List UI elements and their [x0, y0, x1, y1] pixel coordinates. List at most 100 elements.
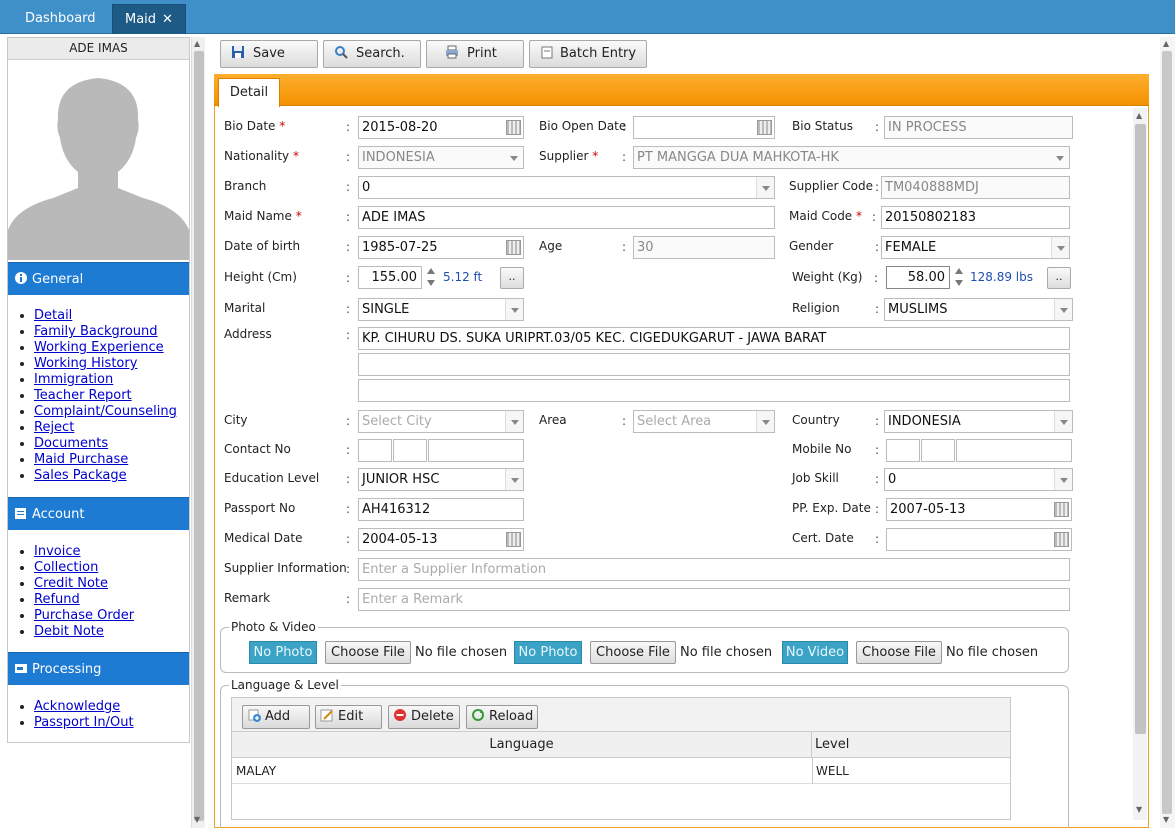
print-button[interactable]: Print: [426, 40, 524, 68]
link-refund[interactable]: Refund: [34, 592, 80, 607]
list-item[interactable]: Acknowledge: [34, 699, 134, 715]
table-row[interactable]: MALAY WELL: [232, 758, 1010, 784]
choose-file-button[interactable]: Choose File: [856, 641, 942, 664]
mobile-field-3[interactable]: [956, 439, 1072, 462]
save-button[interactable]: Save: [220, 40, 318, 68]
mobile-field-2[interactable]: [921, 439, 955, 462]
link-debit-note[interactable]: Debit Note: [34, 624, 104, 639]
list-item[interactable]: Debit Note: [34, 624, 134, 640]
link-acknowledge[interactable]: Acknowledge: [34, 699, 120, 714]
bio-open-date-field[interactable]: [633, 116, 775, 139]
sidebar-scrollbar[interactable]: ▲ ▼: [191, 37, 205, 828]
mobile-field-1[interactable]: [886, 439, 920, 462]
link-passport-in-out[interactable]: Passport In/Out: [34, 715, 134, 730]
chevron-down-icon[interactable]: [1051, 147, 1069, 168]
scrollbar-thumb[interactable]: [1162, 51, 1172, 814]
address-line-2[interactable]: [358, 353, 1070, 376]
link-credit-note[interactable]: Credit Note: [34, 576, 108, 591]
calendar-icon[interactable]: [1054, 502, 1069, 517]
list-item[interactable]: Maid Purchase: [34, 452, 177, 468]
calendar-icon[interactable]: [506, 240, 521, 255]
chevron-down-icon[interactable]: [756, 411, 774, 432]
list-item[interactable]: Sales Package: [34, 468, 177, 484]
country-select[interactable]: INDONESIA: [884, 410, 1073, 433]
weight-more-button[interactable]: ..: [1047, 267, 1071, 289]
scroll-up-icon[interactable]: ▲: [1163, 39, 1169, 48]
column-header-language[interactable]: Language: [232, 732, 812, 758]
weight-stepper-icon[interactable]: [952, 266, 966, 289]
list-item[interactable]: Collection: [34, 560, 134, 576]
link-collection[interactable]: Collection: [34, 560, 98, 575]
dob-field[interactable]: 1985-07-25: [358, 236, 524, 259]
list-item[interactable]: Detail: [34, 308, 177, 324]
link-working-experience[interactable]: Working Experience: [34, 340, 164, 355]
list-item[interactable]: Documents: [34, 436, 177, 452]
scroll-up-icon[interactable]: ▲: [1136, 111, 1142, 120]
chevron-down-icon[interactable]: [505, 147, 523, 168]
jobskill-select[interactable]: 0: [884, 468, 1073, 491]
chevron-down-icon[interactable]: [1051, 237, 1069, 258]
section-processing[interactable]: Processing: [8, 652, 189, 685]
list-item[interactable]: Family Background: [34, 324, 177, 340]
list-item[interactable]: Reject: [34, 420, 177, 436]
tab-maid[interactable]: Maid ✕: [112, 4, 186, 34]
calendar-icon[interactable]: [757, 120, 772, 135]
link-immigration[interactable]: Immigration: [34, 372, 113, 387]
tab-detail[interactable]: Detail: [218, 78, 280, 107]
search-button[interactable]: Search.: [323, 40, 421, 68]
chevron-down-icon[interactable]: [505, 299, 523, 320]
chevron-down-icon[interactable]: [505, 411, 523, 432]
link-teacher-report[interactable]: Teacher Report: [34, 388, 132, 403]
contact-field-1[interactable]: [358, 439, 392, 462]
list-item[interactable]: Complaint/Counseling: [34, 404, 177, 420]
height-stepper-icon[interactable]: [424, 266, 438, 289]
link-maid-purchase[interactable]: Maid Purchase: [34, 452, 128, 467]
maid-code-field[interactable]: 20150802183: [881, 206, 1070, 229]
medical-field[interactable]: 2004-05-13: [358, 528, 524, 551]
list-item[interactable]: Refund: [34, 592, 134, 608]
city-select[interactable]: Select City: [358, 410, 524, 433]
pp-exp-field[interactable]: 2007-05-13: [886, 498, 1072, 521]
nationality-select[interactable]: INDONESIA: [358, 146, 524, 169]
link-complaint[interactable]: Complaint/Counseling: [34, 404, 177, 419]
list-item[interactable]: Working Experience: [34, 340, 177, 356]
tab-dashboard[interactable]: Dashboard: [13, 4, 108, 34]
close-icon[interactable]: ✕: [162, 12, 173, 27]
address-line-1[interactable]: KP. CIHURU DS. SUKA URIPRT.03/05 KEC. CI…: [358, 327, 1070, 350]
link-invoice[interactable]: Invoice: [34, 544, 80, 559]
reload-button[interactable]: Reload: [466, 705, 538, 729]
list-item[interactable]: Passport In/Out: [34, 715, 134, 731]
height-more-button[interactable]: ..: [500, 267, 524, 289]
religion-select[interactable]: MUSLIMS: [884, 298, 1073, 321]
delete-button[interactable]: Delete: [388, 705, 460, 729]
add-button[interactable]: Add: [242, 705, 310, 729]
list-item[interactable]: Purchase Order: [34, 608, 134, 624]
list-item[interactable]: Invoice: [34, 544, 134, 560]
chevron-down-icon[interactable]: [505, 469, 523, 490]
chevron-down-icon[interactable]: [1054, 411, 1072, 432]
weight-field[interactable]: 58.00: [886, 266, 950, 289]
panel-scrollbar[interactable]: ▲ ▼: [1133, 108, 1147, 820]
batch-entry-button[interactable]: Batch Entry: [529, 40, 647, 68]
list-item[interactable]: Teacher Report: [34, 388, 177, 404]
choose-file-button[interactable]: Choose File: [590, 641, 676, 664]
link-documents[interactable]: Documents: [34, 436, 108, 451]
scroll-down-icon[interactable]: ▼: [194, 815, 200, 824]
marital-select[interactable]: SINGLE: [358, 298, 524, 321]
link-working-history[interactable]: Working History: [34, 356, 137, 371]
supplier-select[interactable]: PT MANGGA DUA MAHKOTA-HK: [633, 146, 1070, 169]
scroll-up-icon[interactable]: ▲: [194, 39, 200, 48]
supplier-info-field[interactable]: Enter a Supplier Information: [358, 558, 1070, 581]
bio-date-field[interactable]: 2015-08-20: [358, 116, 524, 139]
choose-file-button[interactable]: Choose File: [325, 641, 411, 664]
calendar-icon[interactable]: [1054, 532, 1069, 547]
column-header-level[interactable]: Level: [812, 732, 1010, 758]
link-reject[interactable]: Reject: [34, 420, 74, 435]
chevron-down-icon[interactable]: [1054, 299, 1072, 320]
contact-field-3[interactable]: [428, 439, 524, 462]
passport-field[interactable]: AH416312: [358, 498, 524, 521]
calendar-icon[interactable]: [506, 532, 521, 547]
remark-field[interactable]: Enter a Remark: [358, 588, 1070, 611]
chevron-down-icon[interactable]: [1054, 469, 1072, 490]
section-general[interactable]: General: [8, 262, 189, 295]
